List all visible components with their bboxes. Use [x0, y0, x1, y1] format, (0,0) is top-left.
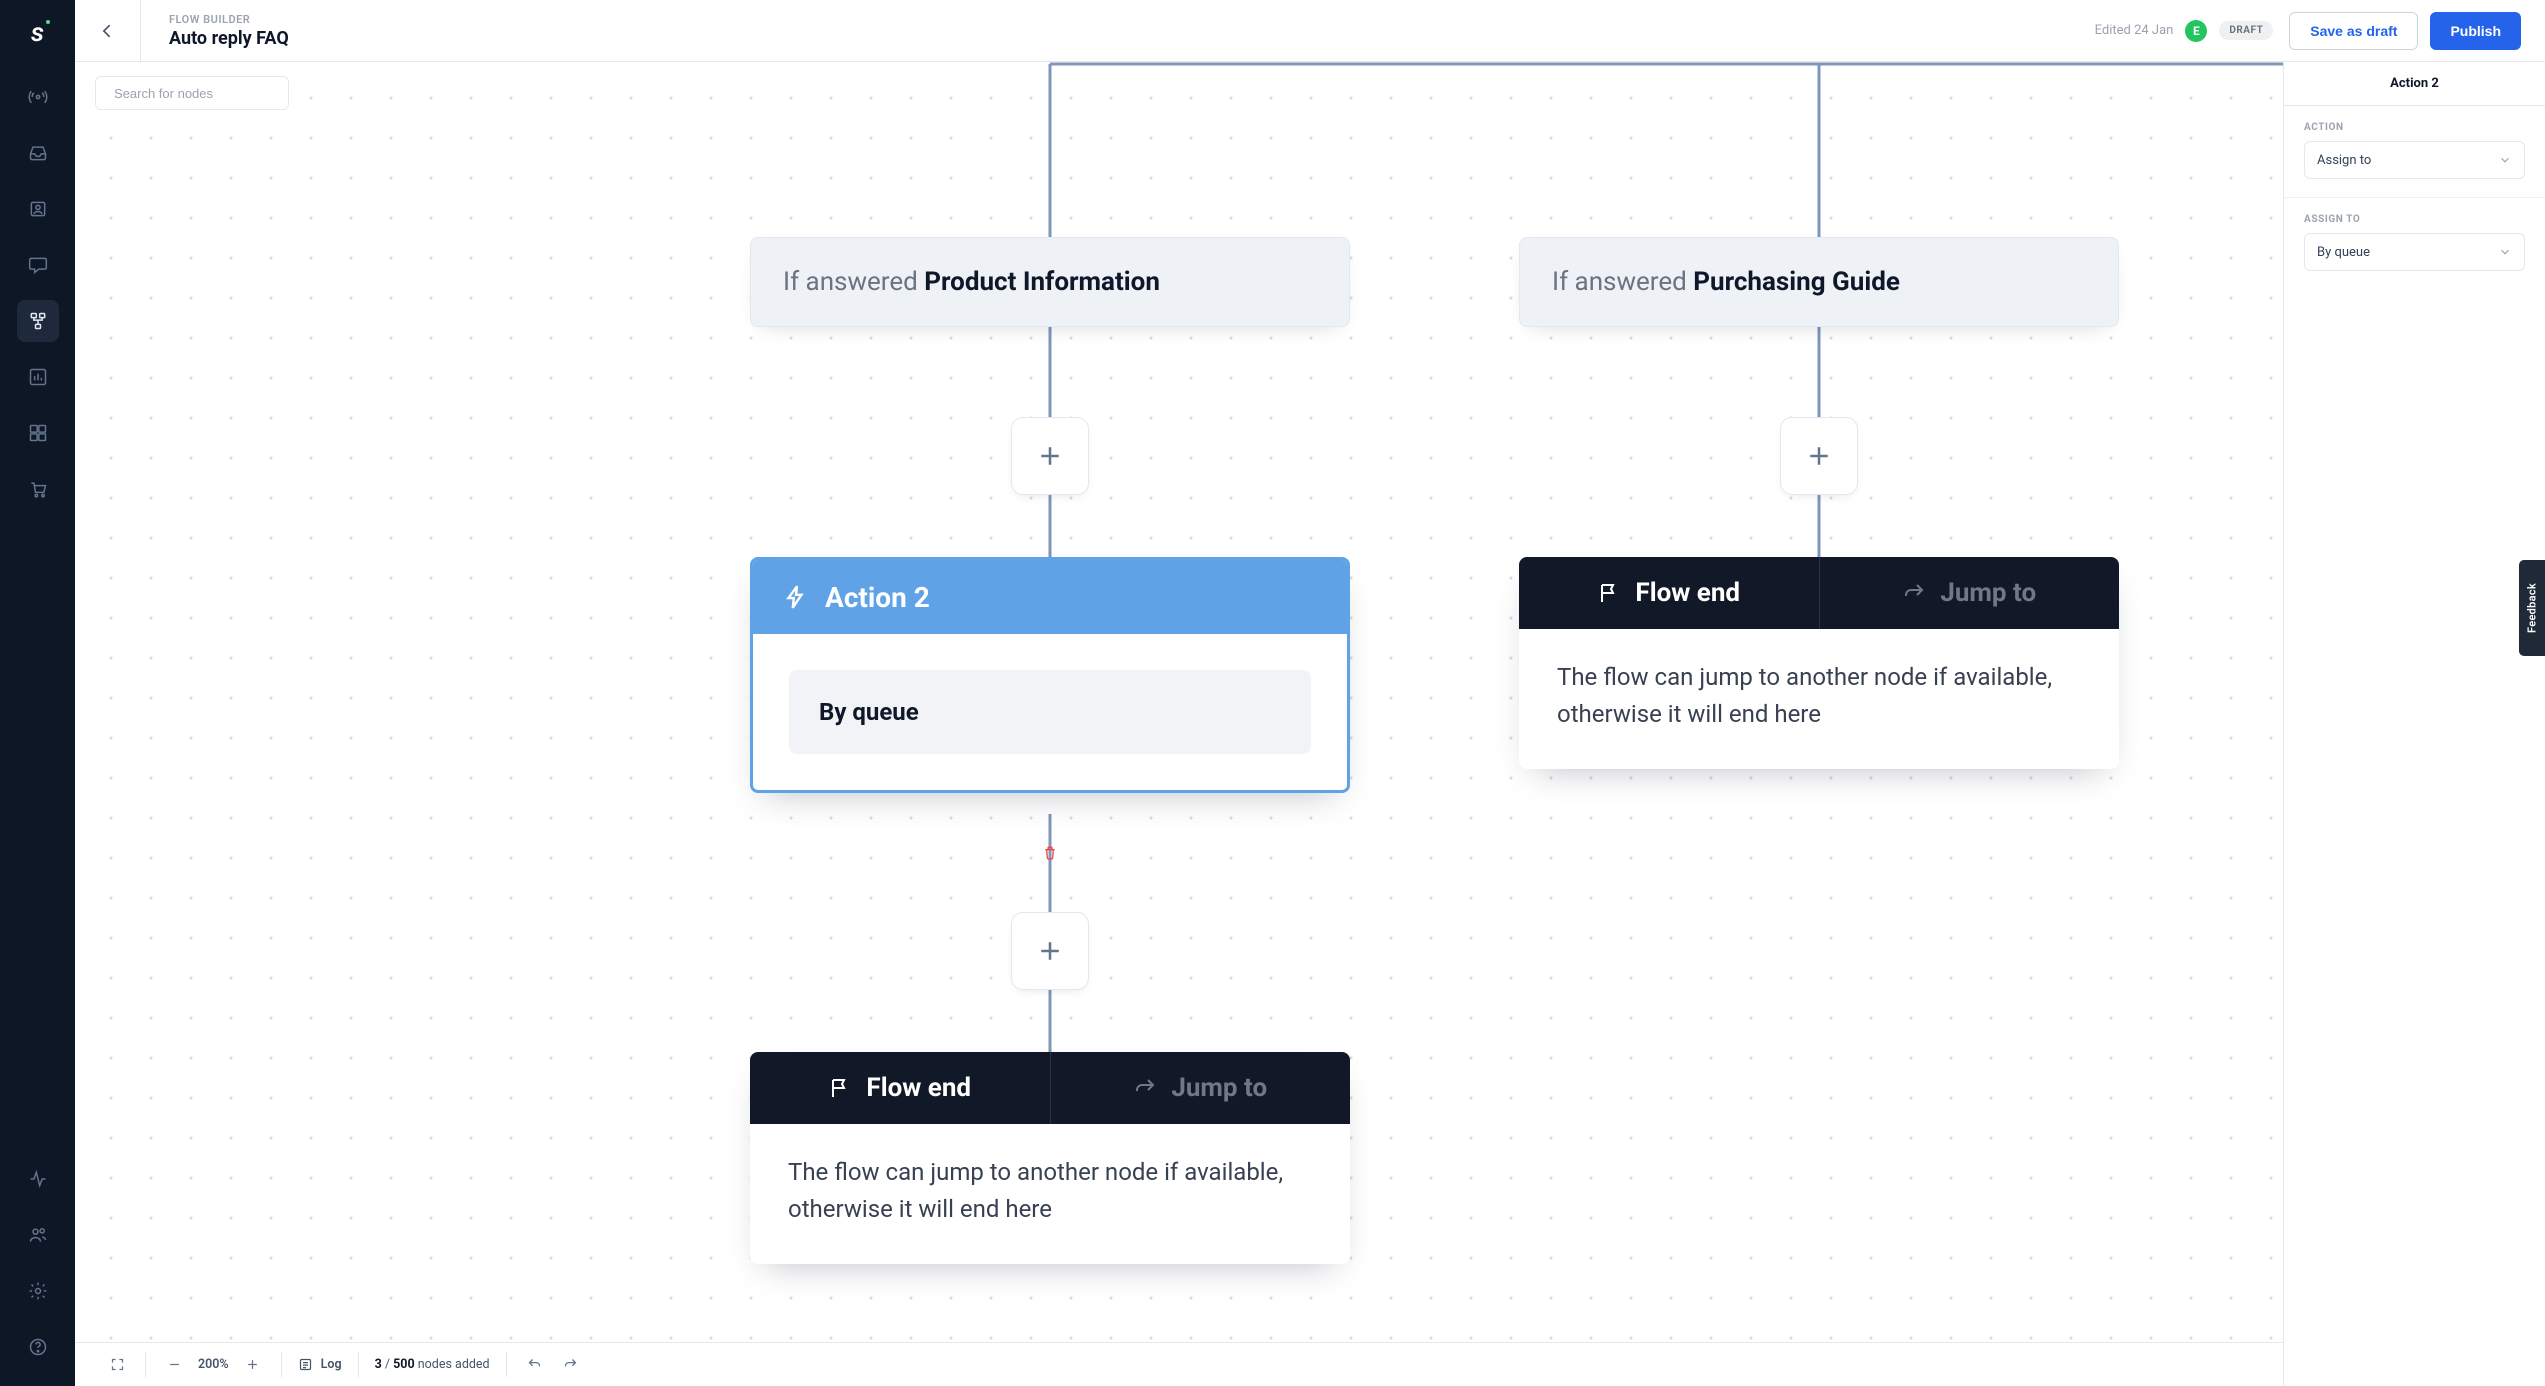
condition-value: Purchasing Guide — [1693, 267, 1900, 297]
flow-end-description: The flow can jump to another node if ava… — [1519, 629, 2119, 769]
fullscreen-button[interactable] — [105, 1353, 129, 1377]
log-icon — [298, 1357, 313, 1372]
inspector-title: Action 2 — [2284, 62, 2545, 106]
editor-avatar[interactable]: E — [2185, 20, 2207, 42]
inspector-action-label: ACTION — [2304, 122, 2525, 133]
action-title: Action 2 — [825, 581, 930, 614]
condition-prefix: If answered — [783, 267, 918, 297]
delete-connection-button[interactable] — [1039, 842, 1061, 864]
action-node[interactable]: Action 2 By queue — [750, 557, 1350, 793]
assign-select-value: By queue — [2317, 245, 2370, 260]
flow-end-tab[interactable]: Flow end — [750, 1052, 1050, 1124]
save-draft-button[interactable]: Save as draft — [2289, 12, 2418, 50]
flow-end-description: The flow can jump to another node if ava… — [750, 1124, 1350, 1264]
bolt-icon — [783, 584, 809, 610]
jump-to-tab[interactable]: Jump to — [1050, 1052, 1351, 1124]
flag-icon — [1597, 581, 1621, 605]
last-edited: Edited 24 Jan — [2095, 23, 2174, 38]
zoom-level: 200% — [198, 1357, 229, 1372]
node-search[interactable] — [95, 76, 289, 110]
nav-team-icon[interactable] — [17, 1214, 59, 1256]
jump-to-tab[interactable]: Jump to — [1819, 557, 2120, 629]
nav-contacts-icon[interactable] — [17, 188, 59, 230]
condition-prefix: If answered — [1552, 267, 1687, 297]
publish-button[interactable]: Publish — [2430, 12, 2521, 50]
nav-activity-icon[interactable] — [17, 1158, 59, 1200]
nav-chat-icon[interactable] — [17, 244, 59, 286]
flow-end-tab[interactable]: Flow end — [1519, 557, 1819, 629]
redo-icon — [1133, 1076, 1157, 1100]
add-node-button[interactable] — [1011, 912, 1089, 990]
log-button[interactable]: Log — [298, 1357, 342, 1372]
header-eyebrow: FLOW BUILDER — [169, 13, 289, 26]
nav-flow-icon[interactable] — [17, 300, 59, 342]
nav-help-icon[interactable] — [17, 1326, 59, 1368]
undo-button[interactable] — [523, 1353, 547, 1377]
flow-end-node[interactable]: Flow end Jump to The flow can jump to an… — [750, 1052, 1350, 1264]
condition-node-product-info[interactable]: If answered Product Information — [750, 237, 1350, 327]
flag-icon — [828, 1076, 852, 1100]
nav-inbox-icon[interactable] — [17, 132, 59, 174]
inspector-assign-label: ASSIGN TO — [2304, 214, 2525, 225]
zoom-in-button[interactable] — [241, 1353, 265, 1377]
node-count: 3 / 500 nodes added — [375, 1357, 490, 1372]
action-select[interactable]: Assign to — [2304, 141, 2525, 179]
condition-node-purchasing-guide[interactable]: If answered Purchasing Guide — [1519, 237, 2119, 327]
page-title: Auto reply FAQ — [169, 28, 289, 49]
flow-end-node[interactable]: Flow end Jump to The flow can jump to an… — [1519, 557, 2119, 769]
zoom-out-button[interactable] — [162, 1353, 186, 1377]
search-input[interactable] — [114, 86, 290, 101]
assign-select[interactable]: By queue — [2304, 233, 2525, 271]
condition-value: Product Information — [924, 267, 1160, 297]
add-node-button[interactable] — [1011, 417, 1089, 495]
redo-icon — [1902, 581, 1926, 605]
nav-reports-icon[interactable] — [17, 356, 59, 398]
nav-commerce-icon[interactable] — [17, 468, 59, 510]
nav-apps-icon[interactable] — [17, 412, 59, 454]
action-value: By queue — [789, 670, 1311, 754]
action-select-value: Assign to — [2317, 153, 2371, 168]
add-node-button[interactable] — [1780, 417, 1858, 495]
chevron-down-icon — [2498, 245, 2512, 259]
nav-broadcast-icon[interactable] — [17, 76, 59, 118]
feedback-tab[interactable]: Feedback — [2519, 560, 2545, 656]
back-button[interactable] — [75, 0, 141, 61]
chevron-down-icon — [2498, 153, 2512, 167]
redo-button[interactable] — [559, 1353, 583, 1377]
nav-settings-icon[interactable] — [17, 1270, 59, 1312]
app-logo[interactable]: s — [31, 18, 44, 48]
status-badge: DRAFT — [2219, 21, 2273, 40]
